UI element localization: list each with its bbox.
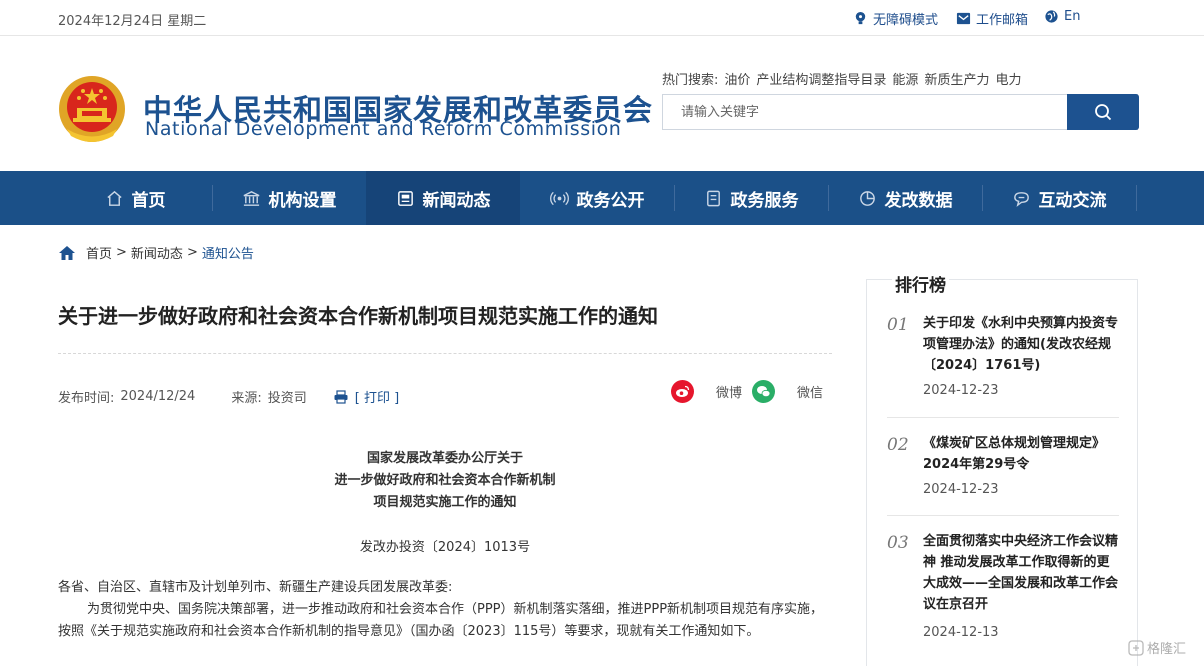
- rank-date: 2024-12-13: [923, 625, 999, 640]
- rank-divider: [887, 417, 1119, 418]
- breadcrumb-news[interactable]: 新闻动态: [131, 243, 183, 262]
- nav-item-services[interactable]: 政务服务: [674, 171, 828, 225]
- institution-icon: [243, 190, 259, 206]
- rank-date: 2024-12-23: [923, 383, 999, 398]
- hot-search: 热门搜索: 油价 产业结构调整指导目录 能源 新质生产力 电力: [662, 69, 1021, 88]
- search-icon: [1095, 104, 1112, 121]
- accessibility-link[interactable]: 无障碍模式: [853, 9, 938, 28]
- rank-title-link[interactable]: 《煤炭矿区总体规划管理规定》2024年第29号令: [923, 433, 1119, 475]
- hot-search-label: 热门搜索:: [662, 73, 719, 88]
- recipients-line: 各省、自治区、直辖市及计划单列市、新疆生产建设兵团发展改革委:: [58, 580, 453, 595]
- pie-chart-icon: [859, 190, 875, 206]
- watermark-text: 格隆汇: [1147, 642, 1187, 657]
- wechat-label: 微信: [797, 386, 824, 401]
- watermark: 格隆汇: [1128, 638, 1186, 657]
- site-header: 中华人民共和国国家发展和改革委员会 National Development a…: [0, 37, 1204, 171]
- body-paragraph: 为贯彻党中央、国务院决策部署，进一步推动政府和社会资本合作（PPP）新机制落实落…: [58, 602, 824, 639]
- weibo-icon: [671, 380, 694, 403]
- document-icon: [706, 190, 720, 206]
- nav-divider: [1136, 185, 1137, 211]
- language-label: En: [1064, 9, 1081, 24]
- nav-label: 新闻动态: [422, 190, 491, 211]
- nav-label: 政务公开: [576, 190, 645, 211]
- hot-keyword[interactable]: 新质生产力: [924, 69, 989, 88]
- title-divider: [58, 353, 832, 354]
- ranking-heading: 排行榜: [892, 271, 949, 296]
- search-button[interactable]: [1067, 94, 1139, 130]
- mailbox-icon: [956, 12, 971, 25]
- article-body: 各省、自治区、直辖市及计划单列市、新疆生产建设兵团发展改革委: 为贯彻党中央、国…: [58, 577, 834, 643]
- top-bar: 2024年12月24日 星期二 无障碍模式 工作邮箱 En: [0, 0, 1204, 36]
- rank-title-link[interactable]: 关于印发《水利中央预算内投资专项管理办法》的通知(发改农经规〔2024〕1761…: [923, 313, 1119, 376]
- chat-icon: [1013, 191, 1029, 207]
- accessibility-icon: [855, 11, 866, 25]
- globe-icon: [1045, 10, 1058, 23]
- news-icon: [397, 190, 413, 206]
- rank-number: 01: [887, 315, 909, 335]
- hot-keyword[interactable]: 油价: [724, 69, 750, 88]
- ranking-panel: 排行榜 01 关于印发《水利中央预算内投资专项管理办法》的通知(发改农经规〔20…: [866, 271, 1138, 666]
- nav-label: 发改数据: [884, 190, 953, 211]
- nav-label: 互动交流: [1038, 190, 1107, 211]
- nav-item-data[interactable]: 发改数据: [828, 171, 982, 225]
- nav-label: 机构设置: [268, 190, 337, 211]
- accessibility-label: 无障碍模式: [873, 13, 939, 28]
- current-date: 2024年12月24日 星期二: [58, 14, 207, 29]
- watermark-logo-icon: [1128, 639, 1144, 656]
- printer-icon: [334, 389, 348, 404]
- wechat-icon: [752, 380, 775, 403]
- main-nav: 首页 机构设置 新闻动态 政务公开 政务服务 发改数据 互动交流: [0, 171, 1204, 225]
- breadcrumb-current[interactable]: 通知公告: [202, 243, 254, 262]
- site-name-en: National Development and Reform Commissi…: [145, 118, 622, 140]
- nav-label: 政务服务: [730, 190, 799, 211]
- search-input[interactable]: [663, 95, 1067, 129]
- national-emblem-logo[interactable]: [57, 74, 127, 146]
- rank-divider: [887, 515, 1119, 516]
- search-box: [662, 94, 1139, 130]
- mailbox-link[interactable]: 工作邮箱: [956, 9, 1028, 28]
- breadcrumb-separator: >: [186, 245, 198, 260]
- weibo-label: 微博: [716, 386, 743, 401]
- rank-number: 02: [887, 435, 909, 455]
- source-value: 投资司: [267, 391, 307, 406]
- language-link[interactable]: En: [1044, 9, 1080, 24]
- home-icon: [106, 190, 122, 206]
- print-label: [ 打印 ]: [354, 391, 400, 406]
- document-heading-line: 项目规范实施工作的通知: [373, 495, 517, 510]
- nav-item-public-affairs[interactable]: 政务公开: [520, 171, 674, 225]
- document-heading-line: 进一步做好政府和社会资本合作新机制: [334, 473, 556, 488]
- source-label: 来源:: [231, 391, 262, 406]
- rank-title-link[interactable]: 全面贯彻落实中央经济工作会议精神 推动发展改革工作取得新的更大成效——全国发展和…: [923, 531, 1119, 615]
- share-weibo[interactable]: 微博: [671, 380, 742, 403]
- rank-number: 03: [887, 533, 909, 553]
- nav-item-news[interactable]: 新闻动态: [366, 171, 520, 225]
- publish-date: 2024/12/24: [120, 389, 196, 404]
- article-meta: 发布时间: 2024/12/24 来源: 投资司 [ 打印 ]: [58, 387, 399, 406]
- mailbox-label: 工作邮箱: [976, 13, 1029, 28]
- breadcrumb: 首页 > 新闻动态 > 通知公告: [58, 243, 254, 262]
- publish-label: 发布时间:: [58, 391, 115, 406]
- rank-date: 2024-12-23: [923, 482, 999, 497]
- nav-item-interaction[interactable]: 互动交流: [982, 171, 1136, 225]
- article-title: 关于进一步做好政府和社会资本合作新机制项目规范实施工作的通知: [58, 304, 658, 328]
- print-button[interactable]: [ 打印 ]: [333, 387, 399, 406]
- document-heading-line: 国家发展改革委办公厅关于: [366, 451, 523, 466]
- broadcast-icon: [549, 191, 569, 205]
- document-heading: 国家发展改革委办公厅关于 进一步做好政府和社会资本合作新机制 项目规范实施工作的…: [58, 448, 832, 514]
- hot-keyword[interactable]: 电力: [995, 69, 1021, 88]
- nav-label: 首页: [131, 190, 166, 211]
- document-number: 发改办投资〔2024〕1013号: [359, 540, 531, 555]
- nav-item-home[interactable]: 首页: [58, 171, 212, 225]
- home-icon[interactable]: [58, 245, 76, 261]
- breadcrumb-home[interactable]: 首页: [86, 243, 112, 262]
- hot-keyword[interactable]: 能源: [892, 69, 918, 88]
- hot-keyword[interactable]: 产业结构调整指导目录: [756, 69, 886, 88]
- nav-item-institutions[interactable]: 机构设置: [212, 171, 366, 225]
- breadcrumb-separator: >: [116, 245, 127, 260]
- share-wechat[interactable]: 微信: [752, 380, 823, 403]
